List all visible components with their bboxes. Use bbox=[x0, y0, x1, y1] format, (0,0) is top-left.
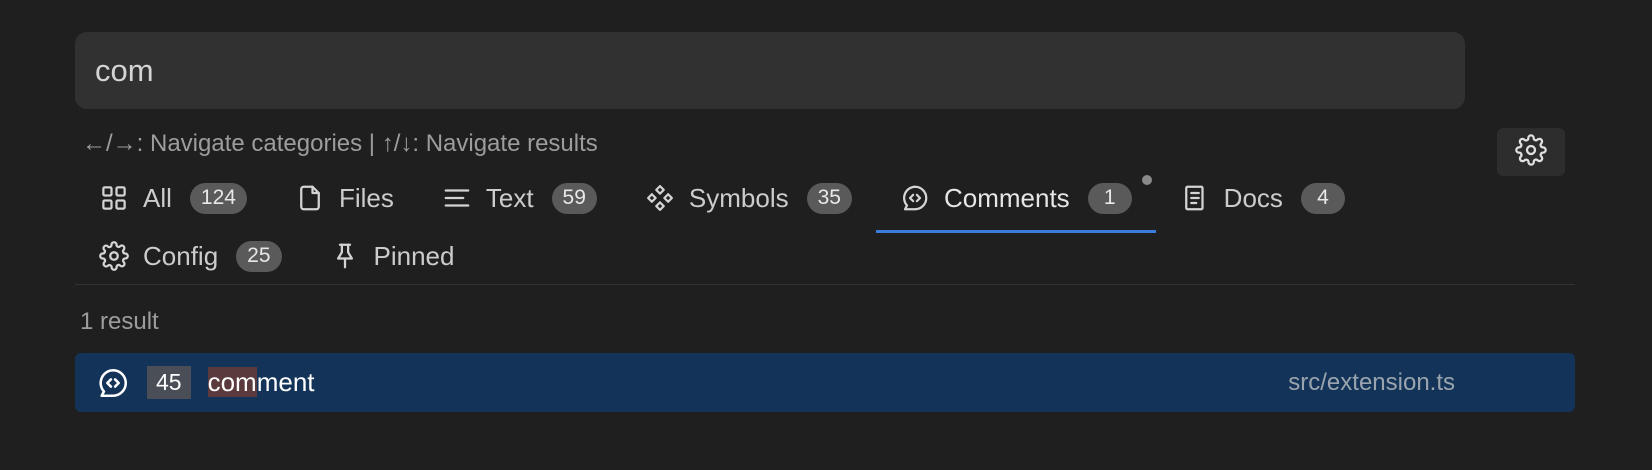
search-input[interactable] bbox=[95, 32, 1465, 109]
result-text: comment bbox=[207, 367, 315, 398]
count-badge: 124 bbox=[189, 182, 247, 214]
file-path: src/extension.ts bbox=[1288, 368, 1455, 396]
count-badge: 35 bbox=[806, 182, 852, 214]
divider bbox=[75, 284, 1575, 285]
tab-label: Text bbox=[485, 182, 534, 213]
symbols-icon bbox=[645, 183, 675, 213]
gear-icon bbox=[1515, 133, 1547, 171]
tab-label: Files bbox=[338, 182, 394, 213]
tab-label: Symbols bbox=[688, 182, 789, 213]
result-count: 1 result bbox=[80, 308, 159, 335]
file-icon bbox=[295, 183, 325, 213]
settings-button[interactable] bbox=[1497, 128, 1565, 176]
tab-symbols[interactable]: Symbols 35 bbox=[621, 167, 876, 229]
new-indicator-dot bbox=[1141, 175, 1152, 185]
count-badge: 1 bbox=[1087, 182, 1132, 214]
tab-label: All bbox=[143, 182, 172, 213]
lines-icon bbox=[442, 183, 472, 213]
book-icon bbox=[1180, 183, 1210, 213]
tab-comments[interactable]: Comments 1 bbox=[875, 167, 1156, 233]
pin-icon bbox=[330, 241, 360, 271]
comment-icon bbox=[95, 365, 131, 401]
category-tabs-row-2: Config 25 Pinned bbox=[75, 225, 478, 287]
comment-icon bbox=[900, 183, 930, 213]
tab-config[interactable]: Config 25 bbox=[75, 225, 306, 287]
grid-icon bbox=[99, 183, 129, 213]
tab-files[interactable]: Files bbox=[271, 167, 418, 229]
result-item[interactable]: 45 comment src/extension.ts bbox=[75, 353, 1575, 412]
tab-all[interactable]: All 124 bbox=[75, 167, 271, 229]
match-highlight: com bbox=[207, 367, 257, 397]
category-tabs-row-1: All 124 Files Text 59 Symbols 35 Comment… bbox=[75, 167, 1369, 233]
tab-label: Docs bbox=[1223, 182, 1283, 213]
tab-pinned[interactable]: Pinned bbox=[306, 225, 479, 287]
gear-icon bbox=[99, 241, 129, 271]
match-rest: ment bbox=[256, 367, 315, 397]
tab-label: Config bbox=[143, 240, 219, 271]
line-number-badge: 45 bbox=[147, 366, 191, 399]
count-badge: 59 bbox=[551, 182, 597, 214]
tab-text[interactable]: Text 59 bbox=[418, 167, 621, 229]
tab-label: Comments bbox=[943, 182, 1070, 213]
keyboard-hint: ←/→: Navigate categories | ↑/↓: Navigate… bbox=[82, 130, 598, 157]
search-box[interactable] bbox=[75, 32, 1465, 109]
tab-label: Pinned bbox=[373, 240, 455, 271]
count-badge: 4 bbox=[1300, 182, 1345, 214]
tab-docs[interactable]: Docs 4 bbox=[1156, 167, 1369, 229]
count-badge: 25 bbox=[236, 240, 282, 272]
